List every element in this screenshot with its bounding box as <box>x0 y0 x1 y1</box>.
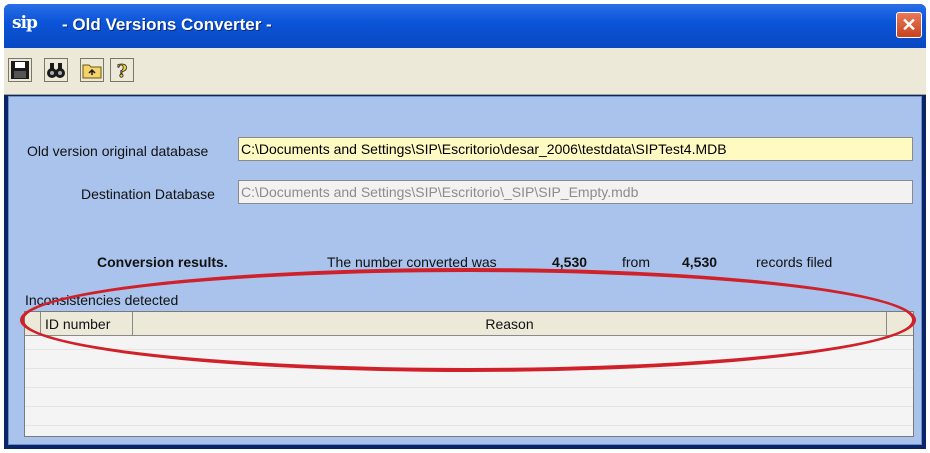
original-db-label: Old version original database <box>27 143 209 159</box>
total-count: 4,530 <box>682 254 718 270</box>
destination-db-field[interactable]: C:\Documents and Settings\SIP\Escritorio… <box>238 180 913 204</box>
help-icon: ? <box>116 61 128 83</box>
app-icon: sip <box>12 13 38 33</box>
save-icon <box>11 61 29 79</box>
inconsistencies-label: Inconsistencies detected <box>25 292 179 308</box>
svg-text:?: ? <box>117 61 128 81</box>
close-button[interactable]: ✕ <box>896 12 922 38</box>
inconsistencies-grid[interactable]: ID number Reason <box>24 311 914 437</box>
binoculars-icon <box>47 63 65 78</box>
converter-window: sip - Old Versions Converter - ✕ ? Old v… <box>4 4 926 449</box>
column-header-reason[interactable]: Reason <box>133 312 887 336</box>
records-text: records filed <box>756 254 833 270</box>
open-folder-button[interactable] <box>80 58 104 82</box>
original-db-field[interactable]: C:\Documents and Settings\SIP\Escritorio… <box>238 137 913 161</box>
destination-db-label: Destination Database <box>81 186 215 202</box>
title-bar[interactable]: sip - Old Versions Converter - ✕ <box>4 4 926 48</box>
column-header-filler <box>887 312 913 336</box>
main-panel: Old version original database C:\Documen… <box>8 96 922 445</box>
converted-text: The number converted was <box>327 254 497 270</box>
folder-up-icon <box>82 64 102 79</box>
search-button[interactable] <box>44 58 68 82</box>
conversion-results-heading: Conversion results. <box>97 254 228 270</box>
help-button[interactable]: ? <box>110 58 134 82</box>
from-text: from <box>622 254 650 270</box>
column-header-id[interactable]: ID number <box>41 312 133 336</box>
toolbar: ? <box>4 48 926 95</box>
save-button[interactable] <box>8 58 32 82</box>
window-title: - Old Versions Converter - <box>62 15 272 34</box>
row-header-corner <box>25 312 41 336</box>
converted-count: 4,530 <box>552 254 588 270</box>
close-icon: ✕ <box>901 15 917 35</box>
